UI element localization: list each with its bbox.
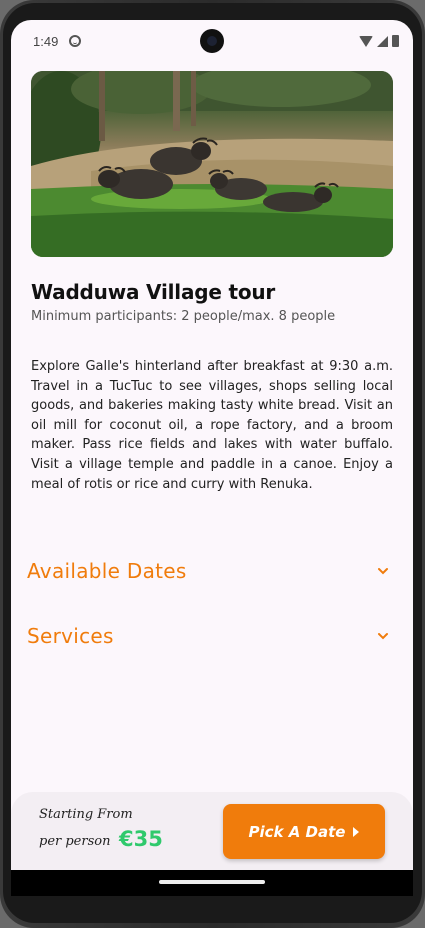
starting-from-label: Starting From — [39, 807, 133, 822]
available-dates-label: Available Dates — [27, 559, 187, 583]
services-label: Services — [27, 624, 114, 648]
chevron-down-icon[interactable] — [377, 565, 389, 577]
available-dates-accordion[interactable]: Available Dates — [27, 553, 397, 589]
price-value: €35 — [119, 827, 163, 851]
status-time: 1:49 — [33, 34, 59, 49]
booking-bar: Starting From per person €35 Pick A Date — [11, 792, 413, 872]
pick-a-date-label: Pick A Date — [248, 822, 346, 841]
tour-hero-image — [31, 71, 393, 257]
water-buffalo-photo — [31, 71, 393, 257]
app-screen: 1:49 Wadduwa Village tour Minimum partic… — [11, 20, 413, 892]
system-nav-bar — [11, 870, 413, 896]
notification-face-icon — [69, 35, 81, 47]
play-icon — [353, 826, 360, 837]
front-camera — [200, 29, 224, 53]
tour-title: Wadduwa Village tour — [31, 280, 276, 304]
wifi-icon — [359, 36, 373, 47]
chevron-down-icon[interactable] — [377, 630, 389, 642]
tour-description: Explore Galle's hinterland after breakfa… — [31, 359, 393, 492]
status-icons — [359, 35, 399, 47]
home-indicator[interactable] — [159, 880, 265, 884]
battery-icon — [392, 35, 399, 47]
status-bar: 1:49 — [11, 20, 413, 62]
signal-icon — [377, 36, 388, 47]
services-accordion[interactable]: Services — [27, 618, 397, 654]
pick-a-date-button[interactable]: Pick A Date — [223, 804, 385, 859]
per-person-label: per person — [39, 834, 111, 849]
tour-participants: Minimum participants: 2 people/max. 8 pe… — [31, 309, 336, 324]
